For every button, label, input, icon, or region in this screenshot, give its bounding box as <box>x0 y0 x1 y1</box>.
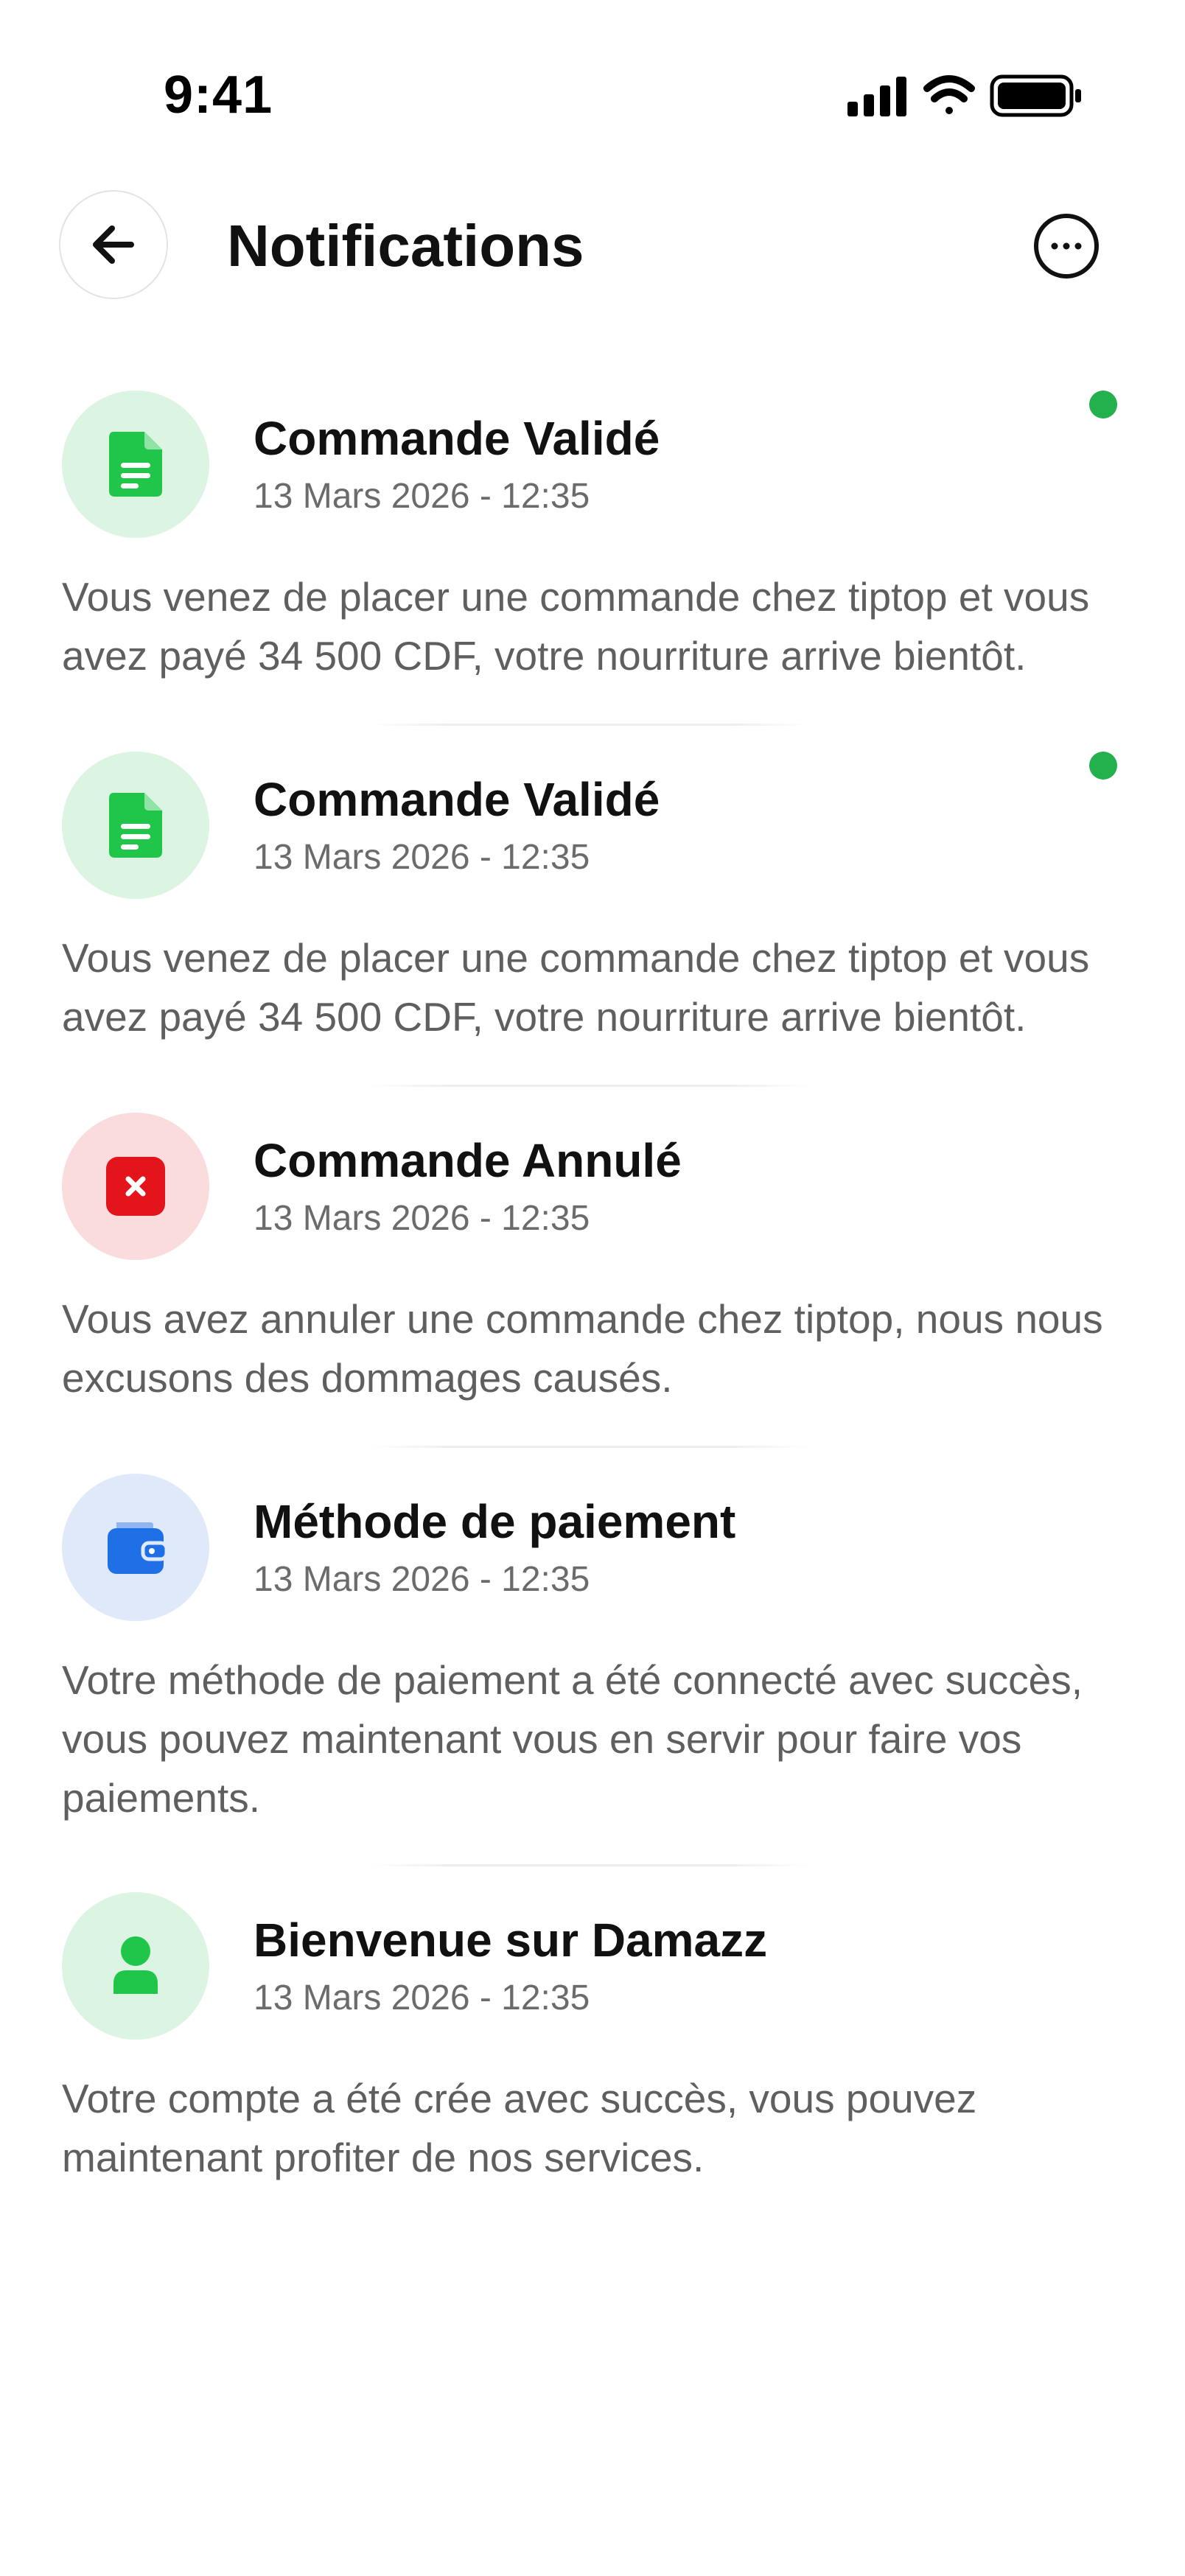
notification-icon-badge <box>62 391 209 538</box>
user-icon <box>113 1936 158 1994</box>
unread-indicator <box>1089 752 1117 780</box>
notification-title: Commande Validé <box>254 412 660 465</box>
notification-title: Commande Annulé <box>254 1134 682 1187</box>
notification-date: 13 Mars 2026 - 12:35 <box>254 838 590 877</box>
status-bar: 9:41 <box>0 0 1185 140</box>
notification-date: 13 Mars 2026 - 12:35 <box>254 1199 590 1238</box>
notification-title: Méthode de paiement <box>254 1495 736 1548</box>
notification-item[interactable]: Bienvenue sur Damazz 13 Mars 2026 - 12:3… <box>0 1892 1185 2187</box>
notification-title: Bienvenue sur Damazz <box>254 1914 768 1967</box>
notification-icon-badge <box>62 752 209 899</box>
notification-body: Vous venez de placer une commande chez t… <box>62 935 1090 1040</box>
wifi-icon <box>923 75 975 114</box>
arrow-left-icon <box>93 225 134 264</box>
notification-date: 13 Mars 2026 - 12:35 <box>254 477 590 516</box>
notification-date: 13 Mars 2026 - 12:35 <box>254 1978 590 2017</box>
notification-item[interactable]: Commande Annulé 13 Mars 2026 - 12:35 Vou… <box>0 1113 1185 1407</box>
notification-body: Votre méthode de paiement a été connecté… <box>62 1657 1083 1821</box>
divider <box>368 724 811 726</box>
signal-icon <box>847 77 906 116</box>
notification-title: Commande Validé <box>254 773 660 826</box>
close-square-icon <box>106 1157 165 1216</box>
notification-icon-badge <box>62 1113 209 1260</box>
divider <box>368 1864 811 1866</box>
status-icons <box>847 71 1091 122</box>
document-icon <box>109 793 162 858</box>
back-button[interactable] <box>59 190 168 299</box>
notification-icon-badge <box>62 1892 209 2040</box>
notification-item[interactable]: Commande Validé 13 Mars 2026 - 12:35 Vou… <box>0 752 1185 1046</box>
header: Notifications <box>0 184 1185 309</box>
signal-wifi-battery-icons <box>847 74 1081 117</box>
divider <box>368 1446 811 1448</box>
more-horizontal-icon <box>1051 242 1082 250</box>
notification-icon-badge <box>62 1474 209 1621</box>
notification-body: Vous venez de placer une commande chez t… <box>62 574 1090 679</box>
divider <box>368 1085 811 1087</box>
document-icon <box>109 432 162 497</box>
notification-item[interactable]: Commande Validé 13 Mars 2026 - 12:35 Vou… <box>0 391 1185 685</box>
wallet-icon <box>108 1522 167 1574</box>
battery-icon <box>990 74 1081 117</box>
notification-date: 13 Mars 2026 - 12:35 <box>254 1560 590 1599</box>
notification-item[interactable]: Méthode de paiement 13 Mars 2026 - 12:35… <box>0 1474 1185 1857</box>
page-title: Notifications <box>227 213 584 279</box>
status-time: 9:41 <box>164 66 273 125</box>
more-options-button[interactable] <box>1034 214 1099 279</box>
notification-body: Vous avez annuler une commande chez tipt… <box>62 1296 1103 1401</box>
unread-indicator <box>1089 391 1117 419</box>
notification-body: Votre compte a été crée avec succès, vou… <box>62 2076 977 2180</box>
